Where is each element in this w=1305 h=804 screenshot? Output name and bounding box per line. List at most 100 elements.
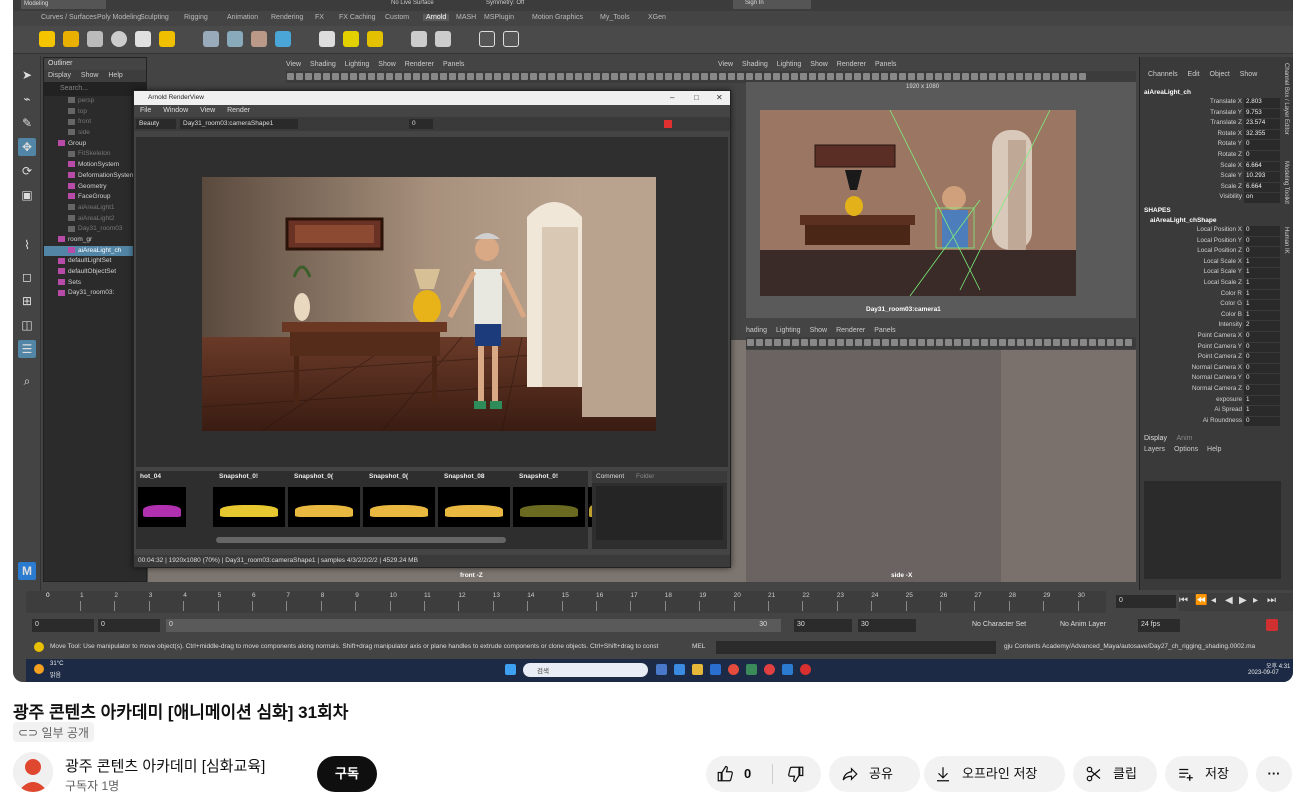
snapshot-thumbnail[interactable] — [438, 487, 510, 527]
scale-tool-icon[interactable]: ▣ — [18, 186, 36, 204]
vp2-menu-panels[interactable]: Panels — [875, 61, 896, 68]
shelf-tab[interactable]: Animation — [227, 14, 258, 21]
vp-menu-lighting[interactable]: Lighting — [345, 61, 370, 68]
vp3-menu-show[interactable]: Show — [810, 327, 828, 334]
channel-row[interactable]: Color B1 — [1140, 310, 1280, 322]
channel-value[interactable]: 1 — [1244, 406, 1280, 416]
exposure-field[interactable]: 0 — [409, 119, 433, 129]
more-actions-button[interactable]: ··· — [1256, 756, 1292, 792]
channel-row[interactable]: Local Position Z0 — [1140, 247, 1280, 258]
cb-menu-show[interactable]: Show — [1240, 71, 1258, 78]
play-back-icon[interactable]: ◀ — [1225, 595, 1233, 606]
shelf-tab[interactable]: Curves / Surfaces — [41, 14, 97, 21]
channel-row[interactable]: Scale Z 6.664 — [1140, 182, 1280, 194]
snapshot-thumbnail[interactable] — [138, 487, 186, 527]
camera-select[interactable]: Day31_room03:cameraShape1 — [180, 119, 298, 129]
shelf-tab[interactable]: XGen — [648, 14, 666, 21]
vp-menu-view[interactable]: View — [286, 61, 301, 68]
channel-row[interactable]: Scale Y 10.293 — [1140, 172, 1280, 183]
outliner-item[interactable]: room_gr — [44, 235, 146, 246]
shelf-tab[interactable]: My_Tools — [600, 14, 630, 21]
vp2-menu-show[interactable]: Show — [810, 61, 828, 68]
vp3-menu-shading[interactable]: hading — [746, 327, 767, 334]
snapshot-thumbnail[interactable] — [363, 487, 435, 527]
fps-menu[interactable]: 24 fps — [1138, 619, 1180, 632]
maya-taskbar-icon[interactable] — [782, 664, 793, 675]
vp-menu-renderer[interactable]: Renderer — [405, 61, 434, 68]
layer-menu-layers[interactable]: Layers — [1144, 446, 1165, 453]
chrome-icon[interactable] — [728, 664, 739, 675]
channel-value[interactable]: on — [1244, 193, 1280, 203]
channel-row[interactable]: Translate X 2.803 — [1140, 98, 1280, 109]
shelf-tab[interactable]: Custom — [385, 14, 409, 21]
aov-select[interactable]: Beauty — [136, 119, 176, 129]
channel-value[interactable]: 6.664 — [1244, 182, 1280, 193]
dislike-button[interactable] — [773, 756, 821, 792]
channel-value[interactable]: 0 — [1244, 385, 1280, 395]
shelf-tab[interactable]: Poly Modeling — [97, 14, 141, 21]
outliner-item[interactable]: Day31_room03 — [44, 224, 146, 235]
snapshot-thumbnail[interactable] — [288, 487, 360, 527]
channel-row[interactable]: Local Position X0 — [1140, 226, 1280, 237]
symmetry-dropdown[interactable]: Symmetry: Off — [486, 0, 524, 6]
four-view-icon[interactable]: ⊞ — [18, 292, 36, 310]
volume-icon[interactable] — [227, 31, 243, 47]
side-viewport[interactable] — [746, 350, 1136, 582]
channel-row[interactable]: Translate Y 9.753 — [1140, 108, 1280, 120]
channel-name[interactable]: 광주 콘텐츠 아카데미 [심화교육] — [65, 755, 265, 776]
channel-value[interactable]: 6.664 — [1244, 161, 1280, 172]
playback-end-field[interactable]: 30 — [794, 619, 852, 632]
layer-menu-options[interactable]: Options — [1174, 446, 1198, 453]
side-tab-modeling-toolkit[interactable]: Modeling Toolkit — [1283, 161, 1289, 204]
physical-sky-icon[interactable] — [159, 31, 175, 47]
soft-select-icon[interactable]: ⌇ — [18, 236, 36, 254]
tx-manager-icon[interactable] — [411, 31, 427, 47]
channel-row[interactable]: Scale X 6.664 — [1140, 161, 1280, 173]
outliner-item[interactable]: Day31_room03: — [44, 288, 146, 299]
sky-light-icon[interactable] — [63, 31, 79, 47]
channel-value[interactable]: 32.355 — [1244, 129, 1280, 140]
like-button[interactable]: 0 — [706, 756, 772, 792]
step-back-frame-icon[interactable]: ◂ — [1211, 595, 1216, 606]
comment-textbox[interactable] — [596, 486, 723, 540]
channel-row[interactable]: Color G1 — [1140, 300, 1280, 311]
vp3-menu-lighting[interactable]: Lighting — [776, 327, 801, 334]
channel-row[interactable]: Normal Camera X0 — [1140, 363, 1280, 375]
outliner-item[interactable]: persp — [44, 96, 146, 107]
channel-avatar[interactable] — [13, 752, 53, 792]
outliner-menu-show[interactable]: Show — [81, 72, 99, 79]
channel-value[interactable]: 0 — [1244, 342, 1280, 353]
shelf-tab[interactable]: Rendering — [271, 14, 303, 21]
channel-row[interactable]: Ai Roundness 0 — [1140, 416, 1280, 428]
outliner-item[interactable]: side — [44, 128, 146, 139]
edge-icon[interactable] — [674, 664, 685, 675]
vp-menu-show[interactable]: Show — [378, 61, 396, 68]
outliner-item[interactable]: FaceGroup — [44, 192, 146, 203]
shelf-tab[interactable]: Rigging — [184, 14, 208, 21]
vp3-menu-panels[interactable]: Panels — [874, 327, 895, 334]
outliner-item[interactable]: Sets — [44, 278, 146, 289]
step-back-icon[interactable]: ⏪ — [1195, 595, 1207, 606]
move-tool-icon[interactable]: ✥ — [18, 138, 36, 156]
file-explorer-icon[interactable] — [692, 664, 703, 675]
outliner-item[interactable]: aiAreaLight2 — [44, 214, 146, 225]
record-icon[interactable] — [800, 664, 811, 675]
step-forward-frame-icon[interactable]: ▸ — [1253, 595, 1258, 606]
channel-row[interactable]: Local Scale X1 — [1140, 257, 1280, 269]
app-icon[interactable] — [746, 664, 757, 675]
outliner-item[interactable]: front — [44, 117, 146, 128]
shelf-tab[interactable]: Arnold — [423, 14, 450, 21]
outliner-menu-display[interactable]: Display — [48, 72, 71, 79]
channel-value[interactable]: 0 — [1244, 363, 1280, 374]
dome-light-icon[interactable] — [111, 31, 127, 47]
vp3-menu-renderer[interactable]: Renderer — [836, 327, 865, 334]
shelf-tab[interactable]: Sculpting — [140, 14, 169, 21]
outliner-item[interactable]: Group — [44, 139, 146, 150]
spot-light-icon[interactable] — [87, 31, 103, 47]
outliner-item[interactable]: FitSkeleton — [44, 149, 146, 160]
snapshot-thumbnail[interactable] — [513, 487, 585, 527]
channel-value[interactable]: 0 — [1244, 151, 1280, 161]
maximize-icon[interactable]: □ — [694, 93, 699, 102]
channel-value[interactable]: 9.753 — [1244, 108, 1280, 119]
outliner-item[interactable]: MotionSystem — [44, 160, 146, 171]
